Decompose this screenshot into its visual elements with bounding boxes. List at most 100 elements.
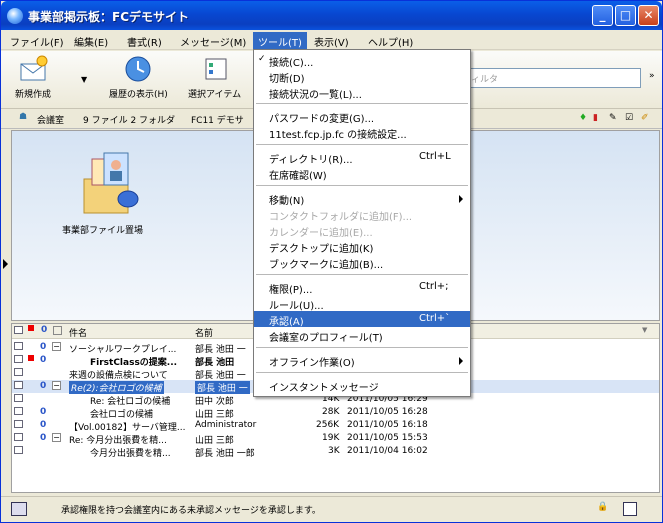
- row-from: Administrator: [195, 420, 257, 430]
- status-text: 承認権限を持つ会議室内にある未承認メッセージを承認します。: [61, 506, 321, 516]
- menu-item-connection-list[interactable]: 接続状況の一覧(L)...: [254, 84, 470, 101]
- menu-item-connect[interactable]: ✓ 接続(C)...: [254, 52, 470, 69]
- attachment-column-icon[interactable]: 0: [41, 325, 47, 335]
- collapse-icon[interactable]: −: [52, 433, 61, 442]
- collapse-icon[interactable]: −: [52, 342, 61, 351]
- flag-column-icon[interactable]: [28, 325, 34, 331]
- menu-separator: [256, 144, 468, 145]
- select-items-label: 選択アイテム: [188, 90, 242, 100]
- row-date: 2011/10/05 16:28: [347, 407, 428, 417]
- new-message-icon: [20, 55, 48, 81]
- select-items-button[interactable]: 選択アイテム: [188, 55, 241, 100]
- table-row[interactable]: 0 − Re: 今月分出張費を精... 山田 三郎 19K 2011/10/05…: [12, 432, 659, 446]
- status-bar: 承認権限を持つ会議室内にある未承認メッセージを承認します。 🔒: [1, 496, 662, 522]
- message-icon: [14, 381, 23, 389]
- attachment-icon: 0: [40, 355, 47, 365]
- row-size: 19K: [322, 433, 340, 443]
- menu-bar: ファイル(F) 編集(E) 書式(R) メッセージ(M) ツール(T) 表示(V…: [1, 30, 662, 50]
- message-icon: [14, 407, 23, 415]
- menu-help[interactable]: ヘルプ(H): [363, 32, 418, 49]
- row-from: 部長 池田 一郎: [195, 449, 255, 459]
- check-icon[interactable]: ☑: [625, 113, 633, 123]
- menu-item-approve[interactable]: 承認(A) Ctrl+`: [254, 311, 470, 328]
- menu-item-offline[interactable]: オフライン作業(O): [254, 352, 470, 369]
- close-icon: ✕: [643, 8, 654, 22]
- new-dropdown-arrow[interactable]: ▼: [81, 75, 87, 84]
- menu-separator: [256, 372, 468, 373]
- menu-item-instant-message[interactable]: インスタントメッセージ: [254, 377, 470, 394]
- table-row[interactable]: 今月分出張費を精... 部長 池田 一郎 3K 2011/10/04 16:02: [12, 445, 659, 459]
- menu-tools[interactable]: ツール(T): [253, 32, 307, 49]
- menu-item-rules[interactable]: ルール(U)...: [254, 295, 470, 312]
- menu-item-disconnect[interactable]: 切断(D): [254, 68, 470, 85]
- room-label: 会議室: [37, 116, 65, 126]
- row-size: 256K: [316, 420, 340, 430]
- filter-input[interactable]: ィルタ: [466, 68, 641, 88]
- message-icon: [14, 446, 23, 454]
- calendar-icon[interactable]: [623, 502, 637, 516]
- attachment-icon: 0: [40, 407, 47, 417]
- attachment-icon: 0: [40, 342, 47, 352]
- menu-item-connection-settings[interactable]: 11test.fcp.jp.fc の接続設定...: [254, 124, 470, 141]
- sort-arrow-icon[interactable]: ▼: [642, 326, 647, 334]
- flag-icon[interactable]: ▮: [593, 113, 598, 123]
- history-button[interactable]: 履歴の表示(H): [109, 55, 168, 100]
- check-icon: ✓: [258, 54, 266, 64]
- menu-item-add-calendar: カレンダーに追加(E)...: [269, 228, 373, 239]
- menu-message[interactable]: メッセージ(M): [175, 32, 251, 49]
- table-row[interactable]: 0 会社ロゴの候補 山田 三郎 28K 2011/10/05 16:28: [12, 406, 659, 420]
- maximize-button[interactable]: □: [615, 5, 636, 26]
- name-column-header[interactable]: 名前: [195, 326, 213, 339]
- panel-toggle-icon[interactable]: [11, 502, 27, 516]
- type-column-icon[interactable]: [14, 326, 23, 334]
- new-label: 新規作成: [15, 90, 52, 100]
- app-icon[interactable]: [7, 8, 23, 24]
- pen-icon[interactable]: ✐: [641, 113, 649, 123]
- close-button[interactable]: ✕: [638, 5, 659, 26]
- menu-item-add-contact-folder: コンタクトフォルダに追加(F)...: [269, 212, 413, 223]
- menu-item-room-profile[interactable]: 会議室のプロフィール(T): [254, 327, 470, 344]
- row-date: 2011/10/05 16:18: [347, 420, 428, 430]
- folder-label[interactable]: 事業部ファイル置場: [62, 223, 143, 236]
- menu-separator: [256, 347, 468, 348]
- menu-file[interactable]: ファイル(F): [5, 32, 69, 49]
- message-icon: [14, 342, 23, 350]
- new-button[interactable]: 新規作成: [15, 55, 51, 100]
- menu-edit[interactable]: 編集(E): [69, 32, 113, 49]
- message-icon: [14, 368, 23, 376]
- title-bar[interactable]: 事業部掲示板：FCデモサイト _ □ ✕: [1, 1, 662, 30]
- minimize-button[interactable]: _: [592, 5, 613, 26]
- folder-icon[interactable]: [80, 151, 140, 221]
- menu-item-move[interactable]: 移動(N): [254, 190, 470, 207]
- menu-item-add-bookmark[interactable]: ブックマークに追加(B)...: [254, 254, 470, 271]
- menu-item-add-desktop[interactable]: デスクトップに追加(K): [254, 238, 470, 255]
- menu-item-change-password[interactable]: パスワードの変更(G)...: [254, 108, 470, 125]
- message-icon: [14, 420, 23, 428]
- collapse-icon[interactable]: −: [52, 381, 61, 390]
- submenu-arrow-icon: [459, 357, 463, 365]
- message-icon: [14, 433, 23, 441]
- menu-format[interactable]: 書式(R): [122, 32, 167, 49]
- tools-dropdown-menu: ✓ 接続(C)... 切断(D) 接続状況の一覧(L)... パスワードの変更(…: [253, 49, 471, 397]
- toolbar-overflow-icon[interactable]: »: [649, 71, 655, 81]
- menu-item-permissions[interactable]: 権限(P)... Ctrl+;: [254, 279, 470, 296]
- edit-icon[interactable]: ✎: [609, 113, 617, 123]
- table-row[interactable]: 0 【Vol.00182】サーバ管理... Administrator 256K…: [12, 419, 659, 433]
- attachment-icon: 0: [40, 433, 47, 443]
- submenu-arrow-icon: [459, 195, 463, 203]
- menu-view[interactable]: 表示(V): [309, 32, 354, 49]
- menu-item-presence[interactable]: 在席確認(W): [254, 165, 470, 182]
- minimize-icon: _: [599, 8, 606, 22]
- flag-icon: [28, 355, 34, 361]
- maximize-icon: □: [619, 8, 632, 22]
- row-subject: 今月分出張費を精...: [90, 449, 171, 459]
- subject-column-header[interactable]: 件名: [69, 326, 87, 339]
- menu-item-directory[interactable]: ディレクトリ(R)... Ctrl+L: [254, 149, 470, 166]
- conference-icon: ☗: [19, 112, 28, 122]
- status-icon[interactable]: ♦: [579, 113, 587, 123]
- collapse-arrow-icon[interactable]: [3, 259, 8, 269]
- thread-column-icon[interactable]: [53, 326, 62, 335]
- select-items-icon: [205, 58, 227, 80]
- path-text: FC11 デモサ: [191, 116, 244, 126]
- window-title: 事業部掲示板：FCデモサイト: [28, 10, 190, 24]
